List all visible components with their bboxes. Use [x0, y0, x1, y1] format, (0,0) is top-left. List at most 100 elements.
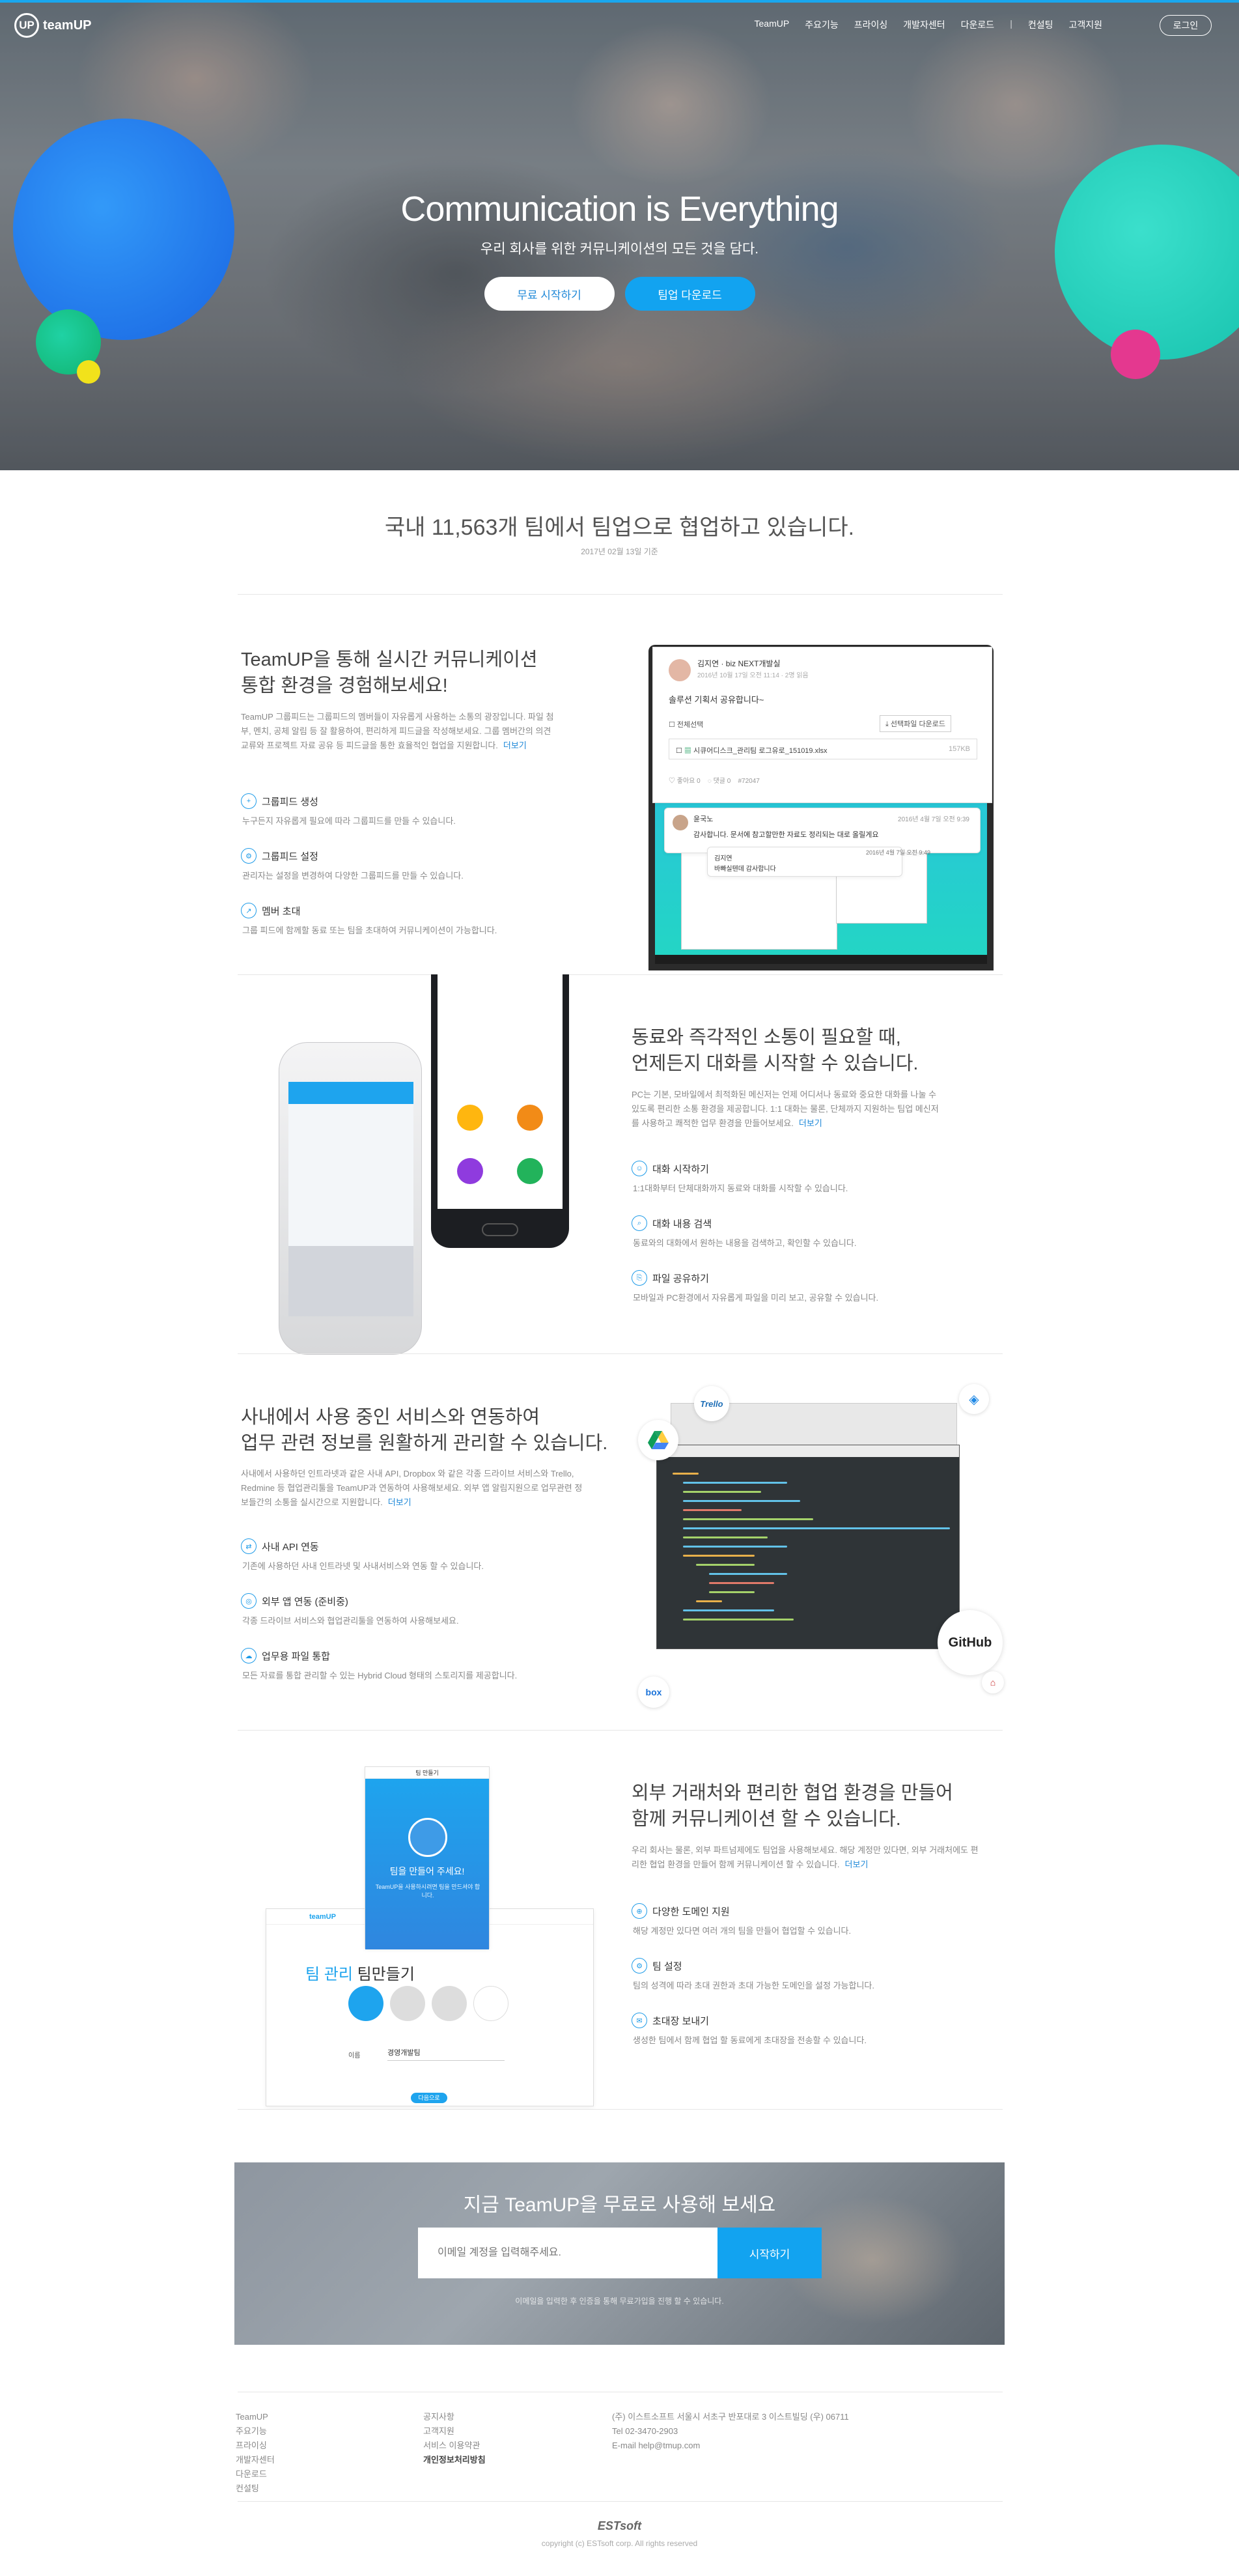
top-nav: UP teamUP TeamUP 주요기능 프라이싱 개발자센터 다운로드 | … [0, 10, 1239, 42]
footer-link[interactable]: 공지사항 [423, 2410, 486, 2424]
footer-link[interactable]: 주요기능 [236, 2424, 275, 2439]
feature-item: ⊕ 다양한 도메인 지원 해당 계정만 있다면 여러 개의 팀을 만들어 협업할 … [632, 1903, 1035, 1936]
nav-menu: TeamUP 주요기능 프라이싱 개발자센터 다운로드 | 컨설팅 고객지원 [755, 18, 1103, 31]
nav-item-teamup[interactable]: TeamUP [755, 18, 790, 31]
feature-item: ☺ 대화 시작하기 1:1대화부터 단체대화까지 동료와 대화를 시작할 수 있습… [632, 1161, 1035, 1194]
chat-icon: ☺ [632, 1161, 647, 1176]
avatar [669, 659, 691, 681]
nav-item-developers[interactable]: 개발자센터 [903, 18, 945, 31]
section1-title: TeamUP을 통해 실시간 커뮤니케이션 통합 환경을 경험해보세요! [241, 649, 538, 696]
free-start-button[interactable]: 무료 시작하기 [484, 277, 615, 311]
nav-item-features[interactable]: 주요기능 [805, 18, 839, 31]
email-input[interactable] [418, 2228, 717, 2278]
section4-desc: 우리 회사는 물론, 외부 파트넘제에도 팀업을 사용해보세요. 해당 계정만 … [632, 1845, 979, 1869]
feature-item: ◎ 외부 앱 연동 (준비중) 각종 드라이브 서비스와 협업관리툴을 연동하여 … [241, 1593, 645, 1626]
feed-card: 김지연 · biz NEXT개발실 2016년 10월 17일 오전 11:14… [652, 647, 992, 803]
section3-desc: 사내에서 사용하던 인트라넷과 같은 사내 API, Dropbox 와 같은 … [241, 1469, 583, 1507]
redmine-icon: ⌂ [982, 1671, 1004, 1693]
team-name-field[interactable]: 경영개발팀 [387, 2047, 505, 2061]
nav-separator: | [1010, 18, 1012, 29]
section4-title: 외부 거래처와 편리한 협업 환경을 만들어 함께 커뮤니케이션 할 수 있습니다… [632, 1783, 953, 1830]
plus-icon: + [241, 793, 257, 809]
avatar [673, 815, 688, 830]
file-row[interactable]: ☐ ▦ 시큐어디스크_관리팀 로그유로_151019.xlsx 157KB [669, 739, 977, 759]
footer-link[interactable]: 고객지원 [423, 2424, 486, 2439]
estsoft-logo: ESTsoft [597, 2519, 642, 2532]
cta-banner: 지금 TeamUP을 무료로 사용해 보세요 시작하기 이메일을 입력한 후 인… [234, 2162, 1005, 2345]
file-share-icon: ⎘ [632, 1270, 647, 1286]
stats-title: 국내 11,563개 팀에서 팀업으로 협업하고 있습니다. [384, 515, 855, 540]
logo[interactable]: UP teamUP [14, 13, 91, 38]
feature-item: ⎘ 파일 공유하기 모바일과 PC환경에서 자유롭게 파일을 미리 보고, 공유할… [632, 1270, 1035, 1303]
feature-item: ✉ 초대장 보내기 생성한 팀에서 함께 협업 할 동료에게 초대장을 전송할 수… [632, 2013, 1035, 2046]
nav-item-consulting[interactable]: 컨설팅 [1028, 18, 1053, 31]
feature-item: ⚙ 팀 설정 팀의 성격에 따라 초대 권한과 초대 가능한 도메인을 설정 가능… [632, 1958, 1035, 1991]
signup-form: 시작하기 [418, 2228, 822, 2278]
feature-item: ⚙ 그룹피드 설정 관리자는 설정을 변경하여 다양한 그룹피드를 만들 수 있습… [241, 848, 645, 881]
feature-item: ⇄ 사내 API 연동 기존에 사용하던 사내 인트라넷 및 사내서비스와 연동 … [241, 1538, 645, 1572]
section4-more-link[interactable]: 더보기 [845, 1860, 869, 1869]
feature-item: ⌕ 대화 내용 검색 동료와의 대화에서 원하는 내용을 검색하고, 확인할 수 … [632, 1215, 1035, 1249]
box-icon: box [638, 1677, 669, 1708]
trello-icon: Trello [694, 1386, 729, 1421]
keyboard [288, 1246, 413, 1316]
download-button[interactable]: 팀업 다운로드 [624, 277, 755, 311]
domain-icon: ⊕ [632, 1903, 647, 1919]
logo-icon: UP [14, 13, 39, 38]
footer-link-privacy[interactable]: 개인정보처리방침 [423, 2453, 486, 2467]
nav-item-download[interactable]: 다운로드 [961, 18, 995, 31]
google-drive-icon [638, 1420, 678, 1460]
hero-title: Communication is Everything [400, 190, 839, 229]
gear-icon: ⚙ [241, 848, 257, 864]
hero-section: UP teamUP TeamUP 주요기능 프라이싱 개발자센터 다운로드 | … [0, 0, 1239, 470]
copyright: copyright (c) ESTsoft corp. All rights r… [541, 2539, 698, 2548]
search-icon: ⌕ [632, 1215, 647, 1231]
invite-icon: ↗ [241, 903, 257, 918]
stats-date: 2017년 02월 13일 기준 [581, 547, 658, 556]
nav-item-support[interactable]: 고객지원 [1068, 18, 1102, 31]
hero-subtitle: 우리 회사를 위한 커뮤니케이션의 모든 것을 담다. [480, 242, 759, 257]
github-icon: GitHub [938, 1610, 1003, 1675]
start-button[interactable]: 시작하기 [717, 2228, 822, 2278]
feature-item: + 그룹피드 생성 누구든지 자유롭게 필요에 따라 그룹피드를 만들 수 있습니… [241, 793, 645, 827]
decor-circle-yellow [77, 360, 100, 384]
footer-link[interactable]: 개발자센터 [236, 2453, 275, 2467]
section2-title: 동료와 즉각적인 소통이 필요할 때, 언제든지 대화를 시작할 수 있습니다. [632, 1027, 919, 1074]
section3-title: 사내에서 사용 중인 서비스와 연동하여 업무 관련 정보를 원활하게 관리할 수… [241, 1407, 608, 1454]
footer-link[interactable]: 다운로드 [236, 2467, 275, 2482]
next-button[interactable]: 다음으로 [411, 2093, 447, 2103]
footer-link[interactable]: 서비스 이용약관 [423, 2439, 486, 2453]
decor-circle-pink [1111, 330, 1160, 379]
section2-desc: PC는 기본, 모바일에서 최적화된 메신저는 언제 어디서나 동료와 중요한 … [632, 1090, 939, 1128]
footer-link[interactable]: 컨설팅 [236, 2482, 275, 2496]
cloud-icon: ☁ [241, 1648, 257, 1663]
cta-title: 지금 TeamUP을 무료로 사용해 보세요 [463, 2194, 776, 2216]
section3-more-link[interactable]: 더보기 [388, 1497, 411, 1507]
section2-more-link[interactable]: 더보기 [799, 1118, 822, 1128]
feature-item: ↗ 멤버 초대 그룹 피드에 함께할 동료 또는 팀을 초대하여 커뮤니케이션이 … [241, 903, 645, 936]
android-mockup [431, 974, 569, 1248]
excel-icon: ▦ [684, 747, 691, 755]
nav-item-pricing[interactable]: 프라이싱 [854, 18, 888, 31]
code-window [656, 1445, 960, 1649]
dropbox-icon: ◈ [959, 1384, 989, 1414]
footer-links-1: TeamUP 주요기능 프라이싱 개발자센터 다운로드 컨설팅 [236, 2410, 275, 2496]
footer-link[interactable]: TeamUP [236, 2410, 275, 2424]
gear-icon: ⚙ [632, 1958, 647, 1974]
cta-note: 이메일을 입력한 후 인증을 통해 무료가입을 진행 할 수 있습니다. [515, 2297, 724, 2306]
feature-item: ☁ 업무용 파일 통합 모든 자료를 통합 관리할 수 있는 Hybrid Clo… [241, 1648, 645, 1681]
create-team-popup: 팀 만들기 팀을 만들어 주세요! TeamUP을 사용하시려면 팀을 만드셔야… [365, 1766, 490, 1949]
download-files-button[interactable]: ⤓ 선택파일 다운로드 [880, 715, 951, 732]
section1-more-link[interactable]: 더보기 [503, 741, 527, 750]
login-button[interactable]: 로그인 [1160, 15, 1212, 36]
mail-icon: ✉ [632, 2013, 647, 2028]
footer-links-2: 공지사항 고객지원 서비스 이용약관 개인정보처리방침 [423, 2410, 486, 2467]
divider [238, 594, 1003, 595]
iphone-mockup [279, 1042, 422, 1355]
section1-desc: TeamUP 그룹피드는 그룹피드의 멤버들이 자유롭게 사용하는 소통의 광장… [241, 712, 554, 750]
api-icon: ⇄ [241, 1538, 257, 1554]
footer-company-info: (주) 이스트소프트 서울시 서초구 반포대로 3 이스트빌딩 (우) 0671… [612, 2412, 849, 2450]
footer-link[interactable]: 프라이싱 [236, 2439, 275, 2453]
team-icon [408, 1818, 447, 1857]
app-icon: ◎ [241, 1593, 257, 1609]
